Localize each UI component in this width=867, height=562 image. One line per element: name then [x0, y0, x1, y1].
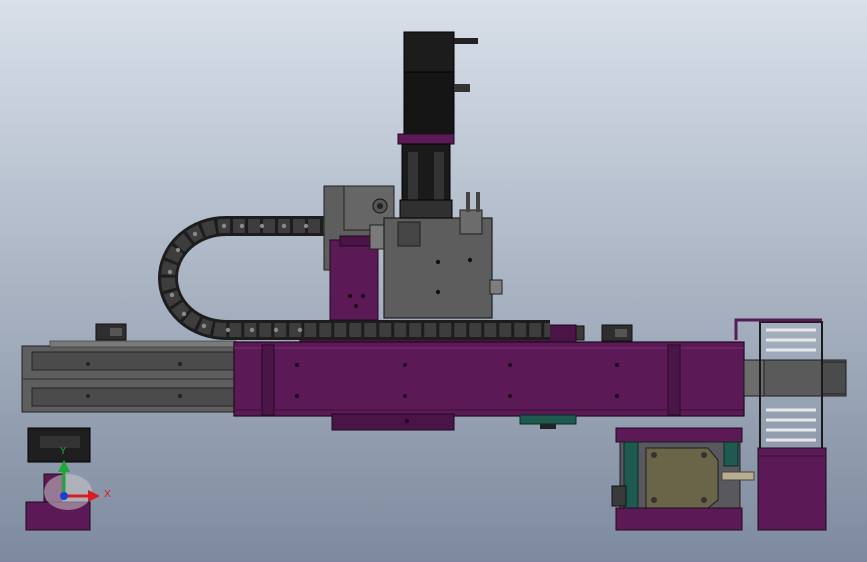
gearbox-assembly[interactable]	[611, 427, 755, 531]
sensor-block-left[interactable]	[95, 323, 127, 341]
servo-motor-top[interactable]	[397, 31, 478, 219]
z-axis-dot-icon	[60, 492, 68, 500]
x-axis-arrow-icon	[88, 490, 100, 502]
assembly-model[interactable]: Y X	[0, 0, 867, 562]
main-carriage-body[interactable]	[233, 324, 745, 431]
sensor-block-right[interactable]	[601, 324, 633, 342]
support-pillar-right[interactable]	[757, 447, 827, 531]
linear-rail-left[interactable]	[21, 340, 239, 413]
triad-x-label: X	[104, 489, 111, 500]
bottom-green-block[interactable]	[519, 414, 577, 429]
cad-viewport[interactable]: Y X	[0, 0, 867, 562]
triad-y-label: Y	[59, 446, 67, 457]
